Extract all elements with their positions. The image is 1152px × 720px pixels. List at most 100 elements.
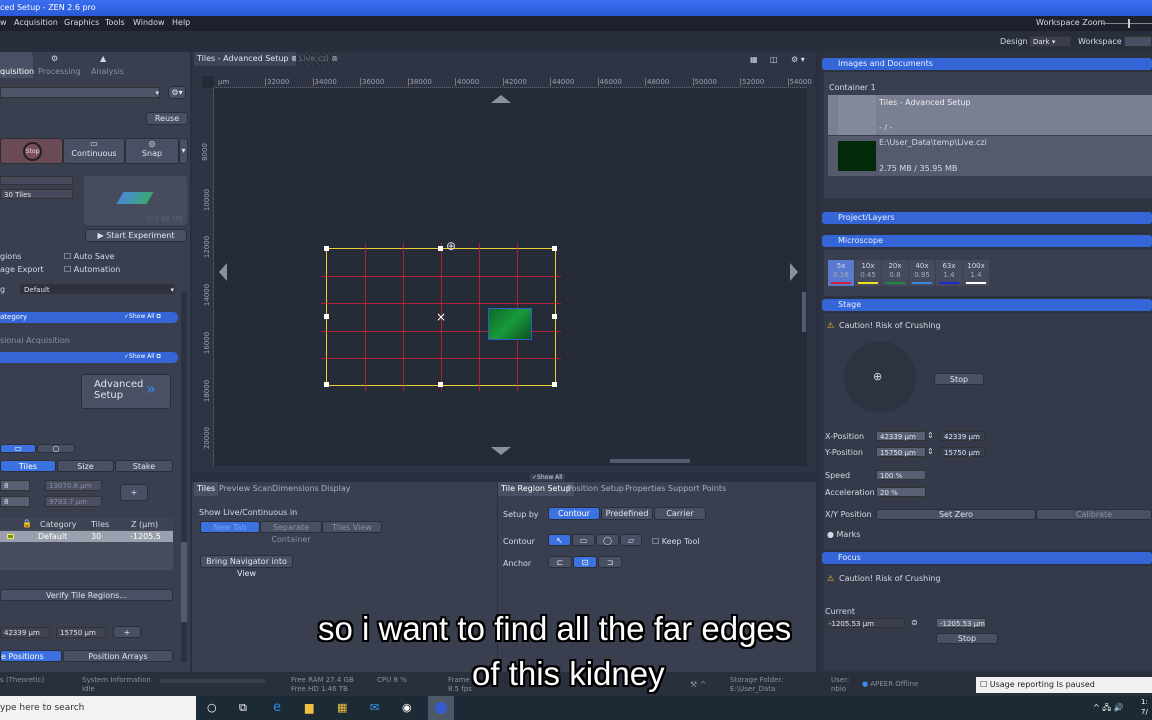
continuous-button[interactable]: ▭ Continuous <box>63 138 125 164</box>
menu-window[interactable]: Window <box>133 18 165 27</box>
doc-tab-live[interactable]: Live.czi ⊗ <box>296 52 341 66</box>
images-documents-header[interactable]: Images and Documents <box>822 58 1152 70</box>
nav-left-arrow[interactable] <box>219 263 227 281</box>
y-spinner[interactable]: ⇕ <box>927 447 934 456</box>
acquire-dropdown[interactable]: ▾ <box>179 138 188 164</box>
verify-tile-regions-button[interactable]: Verify Tile Regions... <box>0 589 173 601</box>
anchor-right-icon[interactable]: ⊐ <box>598 556 622 568</box>
rectangle-tool-icon[interactable]: ▭ <box>572 534 595 546</box>
obs-icon[interactable]: ◉ <box>402 701 412 714</box>
system-tray-icons[interactable]: ^ 🖧 🔊 <box>1093 702 1124 716</box>
stage-joystick[interactable]: ⊕ <box>844 341 916 413</box>
focus-header[interactable]: Focus <box>822 552 1152 564</box>
resize-handle[interactable] <box>552 314 557 319</box>
show-all-button[interactable]: ✓Show All <box>530 474 565 481</box>
grid-view-icon[interactable]: ▦ <box>750 55 758 64</box>
cortana-icon[interactable]: ○ <box>207 701 217 714</box>
tab-single-positions[interactable]: e Positions <box>0 650 62 662</box>
speed-input[interactable]: 100 % <box>876 470 926 480</box>
tab-processing[interactable]: ⚙ Processing <box>34 52 81 78</box>
project-layers-header[interactable]: Project/Layers <box>822 212 1152 224</box>
objective-63x-button[interactable]: 63x 1.4 <box>936 260 962 286</box>
tab-dimensions[interactable]: Dimensions <box>269 482 322 496</box>
workspace-zoom-slider[interactable] <box>1102 19 1152 28</box>
option-tile-regions[interactable]: gions <box>0 252 21 261</box>
experiment-select[interactable]: ▾ <box>0 87 160 98</box>
reuse-button[interactable]: Reuse <box>146 112 188 125</box>
show-all-toggle[interactable]: ✓Show All ⧉ <box>124 313 161 321</box>
polygon-tool-icon[interactable]: ▱ <box>620 534 642 546</box>
start-experiment-button[interactable]: ▶ Start Experiment <box>85 229 187 242</box>
separate-container-option[interactable]: Separate Container <box>260 521 322 544</box>
mode-position-button[interactable]: ○ <box>37 444 75 453</box>
show-all-toggle-2[interactable]: ✓Show All ⧉ <box>124 353 161 361</box>
tiles-view-option[interactable]: Tiles View <box>322 521 382 533</box>
tab-position-arrays[interactable]: Position Arrays <box>63 650 173 662</box>
table-row[interactable]: Default 30 -1205.5 <box>0 531 173 542</box>
horizontal-scrollbar[interactable] <box>610 459 690 463</box>
menu-graphics[interactable]: Graphics <box>64 18 99 27</box>
menu-view[interactable]: w <box>0 18 7 27</box>
rotate-handle-icon[interactable]: ⊕ <box>446 239 456 253</box>
doc-tab-tiles[interactable]: Tiles - Advanced Setup ⊗ <box>194 52 301 66</box>
resize-handle[interactable] <box>438 382 443 387</box>
split-view-icon[interactable]: ◫ <box>770 55 778 64</box>
resize-handle[interactable] <box>438 246 443 251</box>
category-header[interactable]: ategory ✓Show All ⧉ <box>0 312 178 323</box>
left-scrollbar[interactable] <box>181 292 187 662</box>
design-select[interactable]: Dark ▾ <box>1029 36 1071 47</box>
document-item[interactable]: E:\User_Data\temp\Live.czi 2.75 MB / 35.… <box>828 136 1152 176</box>
tab-tiles-view[interactable]: Tiles <box>194 482 219 496</box>
anchor-center-icon[interactable]: ⊡ <box>573 556 597 568</box>
tab-position-setup[interactable]: Position Setup <box>564 482 627 496</box>
position-y-input[interactable]: 15750 µm <box>56 627 106 638</box>
tools-icon[interactable]: ⚒ ^ <box>690 680 706 689</box>
objective-40x-button[interactable]: 40x 0.95 <box>909 260 935 286</box>
store-icon[interactable]: ▦ <box>337 701 347 714</box>
nav-right-arrow[interactable] <box>790 263 798 281</box>
bring-navigator-button[interactable]: Bring Navigator into View <box>200 555 293 578</box>
tab-support-points[interactable]: Support Points <box>665 482 729 496</box>
x-spinner[interactable]: ⇕ <box>927 431 934 440</box>
nav-up-arrow[interactable] <box>491 95 511 103</box>
tiles-y-input[interactable]: 8 <box>0 496 30 507</box>
objective-100x-button[interactable]: 100x 1.4 <box>963 260 989 286</box>
mail-icon[interactable]: ✉ <box>370 701 379 714</box>
add-tile-region-button[interactable]: + <box>120 484 148 501</box>
contour-option[interactable]: Contour <box>548 507 600 520</box>
document-item[interactable]: Tiles - Advanced Setup - / - <box>828 95 1152 135</box>
experiment-settings-button[interactable]: ⚙▾ <box>168 86 186 99</box>
tab-acquisition[interactable]: quisition <box>0 52 34 78</box>
tab-tile-region-setup[interactable]: Tile Region Setup <box>498 482 574 496</box>
objective-5x-button[interactable]: 5x 0.16 <box>828 260 854 286</box>
new-tab-option[interactable]: New Tab <box>200 521 260 533</box>
edge-icon[interactable]: e <box>273 700 281 715</box>
setting-select[interactable]: Default ▾ <box>20 284 175 294</box>
x-position-input[interactable]: 42339 µm <box>876 431 926 441</box>
automation-checkbox[interactable]: ☐ Automation <box>64 265 120 274</box>
menu-acquisition[interactable]: Acquisition <box>14 18 58 27</box>
microscope-header[interactable]: Microscope <box>822 235 1152 247</box>
tab-size[interactable]: Size <box>57 460 114 472</box>
menu-tools[interactable]: Tools <box>105 18 125 27</box>
add-position-button[interactable]: + <box>113 626 141 638</box>
stage-header[interactable]: Stage <box>822 299 1152 311</box>
focus-input[interactable]: -1205.53 µm <box>936 618 986 628</box>
resize-handle[interactable] <box>324 314 329 319</box>
carrier-option[interactable]: Carrier <box>654 507 706 520</box>
auto-save-checkbox[interactable]: ☐ Auto Save <box>64 252 114 261</box>
zen-app-icon[interactable] <box>428 696 454 720</box>
predefined-option[interactable]: Predefined <box>601 507 653 520</box>
set-zero-button[interactable]: Set Zero <box>876 509 1036 520</box>
stage-stop-button[interactable]: Stop <box>934 373 984 385</box>
resize-handle[interactable] <box>324 382 329 387</box>
tab-analysis[interactable]: ▲ Analysis <box>82 52 128 78</box>
task-view-icon[interactable]: ⧉ <box>239 701 247 715</box>
usage-notification[interactable]: ☐ Usage reporting Is paused <box>976 677 1152 693</box>
tiles-x-input[interactable]: 8 <box>0 480 30 491</box>
menu-help[interactable]: Help <box>172 18 190 27</box>
mode-tile-button[interactable]: ▭ <box>0 444 36 453</box>
tab-properties[interactable]: Properties <box>622 482 668 496</box>
resize-handle[interactable] <box>552 382 557 387</box>
keep-tool-checkbox[interactable]: ☐ Keep Tool <box>652 537 700 546</box>
